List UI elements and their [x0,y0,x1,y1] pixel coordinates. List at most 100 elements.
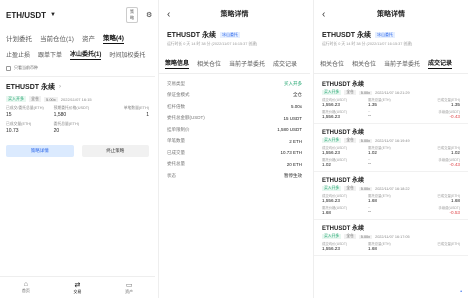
leverage-tag: 5.00x [44,96,58,102]
info-row: 单笔数量 2 ETH [167,138,302,144]
page-title: 策略详情 [220,11,249,18]
tab-child-orders[interactable]: 当前子单委托 [384,59,420,68]
strategy-sub-tabs: 止盈止损 跟单下单 冰山委托(1) 时间加权委托 [0,46,155,62]
iceberg-tag: 冰山委托 [375,32,395,38]
tab-positions[interactable]: 当前仓位(1) [40,33,74,43]
order-tabs: 计划委托 当前仓位(1) 资产 策略(4) [0,30,155,46]
subtab-twap[interactable]: 时间加权委托 [109,50,145,59]
iceberg-tag: 冰山委托 [220,32,240,38]
checkbox[interactable] [6,65,11,71]
fill-time: 2022/11/07 16:19:49 [375,138,410,143]
stat-item: 预期委托价格(USDT) 1,580 [53,106,90,118]
tab-fills[interactable]: 成交记录 [273,59,297,68]
side-tag: 买入开多 [6,96,26,102]
side-tag: 买入开多 [322,90,342,95]
detail-header: ‹ 策略详情 [159,0,310,28]
tab-related-positions-2[interactable]: 相关仓位 [352,59,376,68]
fill-stats: 成交均价(USDT) 1,556.23 委托总量(ETH) 1.02 已成交量(ET… [322,146,460,167]
nav-home[interactable]: ⌂ 首页 [22,281,30,294]
tab-related-positions[interactable]: 相关仓位 [320,59,344,68]
divider [314,73,468,74]
fill-card: ETHUSDT 永续 买入开多 全仓 5.00x 2022/11/07 16:1… [314,172,468,220]
info-row: 已成交量 10.73 ETH [167,149,302,156]
fill-contract: ETHUSDT 永续 [322,178,365,184]
fill-stats: 成交均价(USDT) 1,556.23 委托总量(ETH) 1.68 已成交量(ET… [322,194,460,215]
strategy-summary: ETHUSDT 永续 冰山委托 运行时长 0 天 14 时 38 分 (2022… [159,28,310,49]
run-duration: 运行时长 0 天 14 时 38 分 (2022/11/07 16:15:37 … [167,42,258,46]
detail-tabs: 相关仓位 相关仓位 当前子单委托 成交记录 [314,55,468,71]
current-pair-filter[interactable]: 只看当前币种 [0,62,155,74]
tab-fills[interactable]: 成交记录 [428,58,453,69]
nav-trade[interactable]: ⇄ 交易 [73,281,81,295]
caret-down-icon[interactable]: ▼ [50,12,56,18]
nav-assets[interactable]: ▭ 资产 [125,281,133,295]
tab-assets[interactable]: 资产 [82,33,95,43]
order-title[interactable]: ETHUSDT 永续 › [0,79,155,95]
margin-tag: 全仓 [344,138,356,143]
trade-screen: ETH/USDT ▼ 策略 ⚙ ⋯ 计划委托 当前仓位(1) 资产 策略(4) … [0,0,155,298]
fill-card: ETHUSDT 永续 买入开多 全仓 5.00x 2022/11/07 16:1… [314,124,468,172]
side-tag: 买入开多 [322,138,342,143]
strategy-fills-screen: ‹ 策略详情 ETHUSDT 永续 冰山委托 运行时长 0 天 14 时 38 … [313,0,468,298]
margin-tag: 全仓 [344,186,356,191]
tab-related-positions[interactable]: 相关仓位 [197,59,221,68]
stat-item: 已成交/委托总量(ETH) 15 [6,106,44,118]
back-arrow-icon[interactable]: ‹ [322,9,325,20]
order-time: 2022/11/07 16:15 [60,96,92,102]
info-row: 状态 暂停生效 [167,172,302,178]
contract-name: ETHUSDT 永续 [167,32,216,39]
order-tags: 买入开多 全仓 5.00x 2022/11/07 16:15 [0,95,155,103]
divider [0,76,155,77]
subtab-tpsl[interactable]: 止盈止损 [6,50,30,59]
tab-plan[interactable]: 计划委托 [6,33,32,43]
fill-time: 2022/11/07 16:18:22 [375,186,410,191]
fill-stats: 成交均价(USDT) 1,556.23 委托总量(ETH) 1.35 已成交量(ET… [322,98,460,119]
tab-strategy-info[interactable]: 策略信息 [165,58,190,69]
fill-contract: ETHUSDT 永续 [322,226,365,232]
info-row: 委托总量 20 ETH [167,161,302,167]
leverage-tag: 5.00x [358,234,373,239]
home-icon: ⌂ [23,281,28,288]
leverage-tag: 5.00x [358,138,373,143]
margin-tag: 全仓 [29,96,41,102]
stat-item: 单笔数量(ETH) 1 [123,106,149,118]
stat-item [101,122,149,134]
order-name: ETHUSDT 永续 [6,84,55,91]
info-row: 交易类型 买入开多 [167,80,302,86]
scroll-marker-icon: • [460,289,462,295]
fill-contract: ETHUSDT 永续 [322,130,365,136]
leverage-tag: 5.00x [358,186,373,191]
filter-label: 只看当前币种 [14,65,38,70]
bottom-nav: ⌂ 首页 ⇄ 交易 ▭ 资产 [0,276,155,298]
stop-strategy-button[interactable]: 终止策略 [81,145,149,157]
strategy-badge[interactable]: 策略 [125,7,138,23]
back-arrow-icon[interactable]: ‹ [167,9,170,20]
settings-icon[interactable]: ⚙ [146,11,152,19]
fill-stats: 成交均价(USDT) 1,556.23 委托总量(ETH) 1.68 已成交量(ET… [322,242,460,251]
info-row: 挂单限制价 1,580 USDT [167,126,302,133]
subtab-iceberg[interactable]: 冰山委托(1) [70,49,102,60]
fill-contract: ETHUSDT 永续 [322,82,365,88]
divider [159,73,310,74]
wallet-icon: ▭ [125,281,133,289]
stat-item: 已成交量(ETH) 10.73 [6,122,32,134]
detail-header: ‹ 策略详情 [314,0,468,28]
subtab-copy[interactable]: 跟单下单 [38,50,62,59]
strategy-info-list: 交易类型 买入开多 保证金模式 全仓 杠杆倍数 5.00x 委托总金额(USDT) 15… [159,76,310,184]
tab-strategy[interactable]: 策略(4) [102,32,124,44]
side-tag: 买入开多 [322,234,342,239]
fill-card: ETHUSDT 永续 买入开多 全仓 5.00x 2022/11/07 16:2… [314,76,468,124]
info-row: 委托总金额(USDT) 15 USDT [167,115,302,121]
info-row: 杠杆倍数 5.00x [167,103,302,110]
strategy-details-button[interactable]: 策略详情 [6,145,74,157]
pair-header: ETH/USDT ▼ 策略 ⚙ ⋯ [0,0,155,30]
trade-icon: ⇄ [74,281,81,289]
tab-child-orders[interactable]: 当前子单委托 [229,59,265,68]
fill-time: 2022/11/07 16:17:05 [375,234,410,239]
contract-name: ETHUSDT 永续 [322,32,371,39]
order-stats: 已成交/委托总量(ETH) 15 预期委托价格(USDT) 1,580 单笔数量(E… [0,103,155,137]
chevron-right-icon: › [59,84,61,90]
pair-selector[interactable]: ETH/USDT [6,11,46,20]
strategy-detail-screen: ‹ 策略详情 ETHUSDT 永续 冰山委托 运行时长 0 天 14 时 38 … [158,0,310,298]
strategy-summary: ETHUSDT 永续 冰山委托 运行时长 0 天 14 时 38 分 (2022… [314,28,468,49]
